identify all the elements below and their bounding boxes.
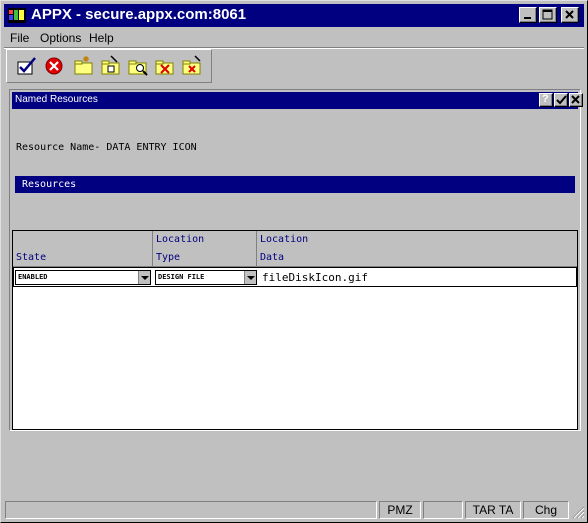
status-pane-1 <box>5 501 377 519</box>
state-value: ENABLED <box>18 273 48 281</box>
close-button[interactable] <box>561 7 579 23</box>
column-location-type-line1: Location <box>156 234 205 245</box>
child-ok-button[interactable] <box>554 93 568 107</box>
menu-help[interactable]: Help <box>89 30 114 46</box>
table-row[interactable]: ENABLED DESIGN FILE fileDiskIcon.gif <box>13 267 577 287</box>
toolbar <box>6 49 212 83</box>
menu-file[interactable]: File <box>10 30 29 46</box>
state-select[interactable]: ENABLED <box>15 270 151 285</box>
named-resources-window: Named Resources ? Resource Name- DATA EN… <box>9 89 583 431</box>
column-state-label: State <box>16 252 47 263</box>
folder-delete-icon <box>155 60 174 75</box>
toolbar-delete-button[interactable] <box>153 55 177 77</box>
status-pane-chg: Chg <box>523 501 569 519</box>
appx-logo-icon <box>8 8 26 23</box>
toolbar-ok-button[interactable] <box>15 55 39 77</box>
grid-header: State Location Type Location Data <box>13 231 577 267</box>
chevron-down-icon[interactable] <box>244 271 256 284</box>
window-title: APPX - secure.appx.com:8061 <box>31 6 247 23</box>
status-pane-pmz: PMZ <box>379 501 421 519</box>
resource-name-value: DATA ENTRY ICON <box>106 142 197 153</box>
status-bar: PMZ TAR TA Chg <box>3 499 585 521</box>
help-button[interactable]: ? <box>539 93 553 107</box>
close-icon <box>565 10 574 19</box>
maximize-icon <box>542 9 553 20</box>
menu-bar: File Options Help <box>4 29 584 47</box>
minimize-icon <box>524 17 531 19</box>
child-window-title: Named Resources <box>15 94 98 105</box>
resources-grid: State Location Type Location Data ENABLE… <box>12 230 578 430</box>
column-location-type: Location Type <box>153 231 257 267</box>
ok-icon <box>556 95 567 105</box>
toolbar-edit-button[interactable] <box>99 55 123 77</box>
folder-edit-icon <box>101 55 120 75</box>
location-type-value: DESIGN FILE <box>158 273 205 281</box>
minimize-button[interactable] <box>519 7 537 23</box>
folder-remove-icon <box>182 55 201 75</box>
resources-section-header: Resources <box>15 176 575 193</box>
resource-name-label: Resource Name- <box>16 142 101 153</box>
close-icon <box>571 95 580 104</box>
title-bar[interactable]: APPX - secure.appx.com:8061 <box>4 4 584 27</box>
location-data-input[interactable]: fileDiskIcon.gif <box>262 270 368 285</box>
maximize-button[interactable] <box>539 7 557 23</box>
section-title: Resources <box>22 179 77 190</box>
help-icon: ? <box>542 93 549 105</box>
column-location-type-line2: Type <box>156 252 181 263</box>
app-window: APPX - secure.appx.com:8061 File Options… <box>0 0 588 523</box>
resource-name-field: Resource Name- DATA ENTRY ICON <box>16 142 197 153</box>
toolbar-search-button[interactable] <box>126 55 150 77</box>
cancel-icon <box>45 57 63 75</box>
column-state: State <box>13 231 153 267</box>
location-type-select[interactable]: DESIGN FILE <box>155 270 257 285</box>
chevron-down-icon[interactable] <box>138 271 150 284</box>
menu-options[interactable]: Options <box>40 30 81 46</box>
folder-new-icon <box>74 56 93 75</box>
folder-search-icon <box>128 60 148 76</box>
child-title-bar[interactable]: Named Resources ? <box>12 92 583 109</box>
resize-grip-icon[interactable] <box>571 505 585 519</box>
child-close-button[interactable] <box>569 93 583 107</box>
column-location-data: Location Data <box>257 231 577 267</box>
status-pane-3 <box>423 501 463 519</box>
checkmark-icon <box>17 57 36 75</box>
column-location-data-line2: Data <box>260 252 285 263</box>
status-pane-tar: TAR TA <box>465 501 521 519</box>
toolbar-remove-button[interactable] <box>180 55 204 77</box>
toolbar-cancel-button[interactable] <box>42 55 66 77</box>
column-location-data-line1: Location <box>260 234 309 245</box>
toolbar-new-button[interactable] <box>72 55 96 77</box>
